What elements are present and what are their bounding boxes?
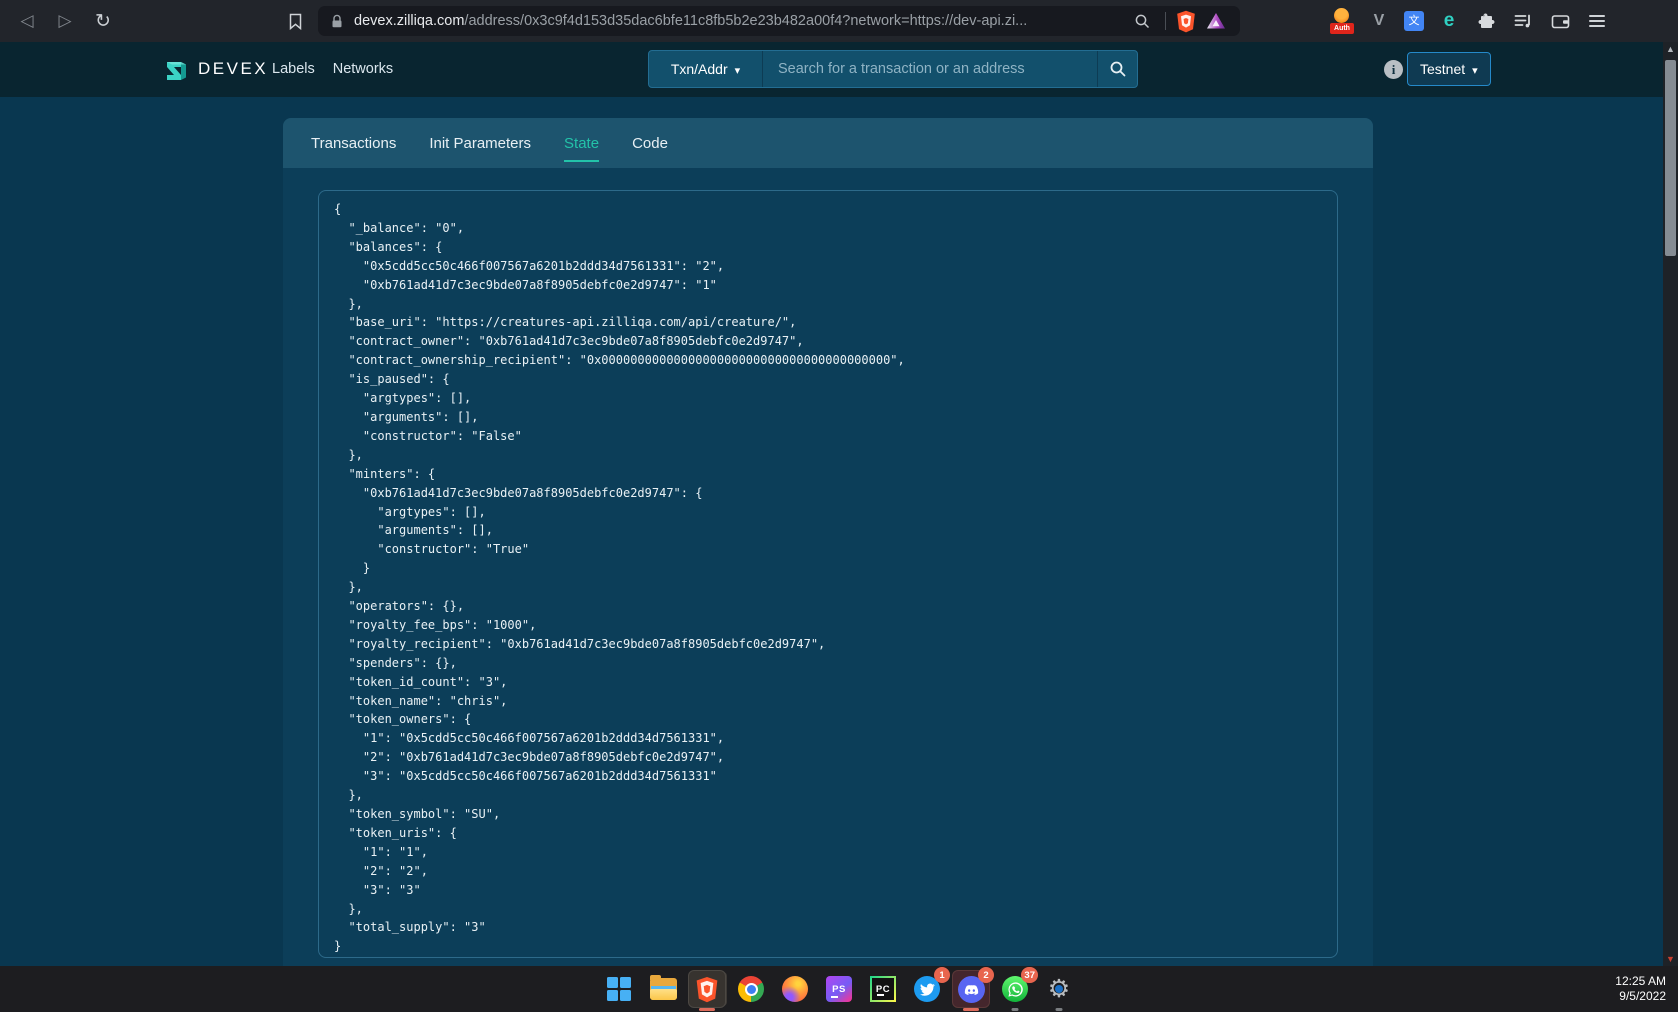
firefox-taskbar-button[interactable] <box>777 971 813 1007</box>
scroll-up-icon[interactable]: ▲ <box>1663 44 1678 54</box>
taskbar-clock[interactable]: 12:25 AM 9/5/2022 <box>1615 966 1666 1012</box>
whatsapp-taskbar-button[interactable]: 37 <box>997 971 1033 1007</box>
info-icon[interactable] <box>1384 60 1403 79</box>
tab-transactions[interactable]: Transactions <box>311 118 396 168</box>
discord-taskbar-button[interactable]: 2 <box>953 971 989 1007</box>
lock-icon[interactable] <box>331 14 343 29</box>
open-indicator <box>1056 1008 1063 1011</box>
auth-badge: Auth <box>1330 23 1354 34</box>
search-type-dropdown[interactable]: Txn/Addr <box>649 51 763 87</box>
notification-badge: 1 <box>934 967 950 983</box>
playlist-icon[interactable] <box>1511 8 1535 34</box>
header-nav: Labels Networks <box>272 61 393 77</box>
chevron-down-icon <box>1472 61 1478 77</box>
back-icon[interactable] <box>12 0 42 42</box>
search-button[interactable] <box>1097 51 1137 87</box>
folder-icon <box>650 978 677 1000</box>
chevron-down-icon <box>735 61 741 77</box>
page-scrollbar[interactable]: ▲ ▼ <box>1663 42 1678 966</box>
page-body: Transactions Init Parameters State Code … <box>0 97 1678 966</box>
bat-rewards-icon[interactable] <box>1206 12 1226 30</box>
tab-strip: Transactions Init Parameters State Code <box>283 118 1373 168</box>
notification-badge: 37 <box>1021 967 1038 983</box>
address-card: Transactions Init Parameters State Code … <box>283 118 1373 966</box>
search-type-label: Txn/Addr <box>671 61 728 77</box>
url-path: /address/0x3c9f4d153d35dac6bfe11c8fb5b2e… <box>464 13 1027 29</box>
zilliqa-logo-icon[interactable] <box>164 56 190 89</box>
vue-devtools-extension-icon[interactable] <box>1367 8 1391 34</box>
pycharm-label: PC <box>876 984 890 995</box>
state-json: { "_balance": "0", "balances": { "0x5cdd… <box>319 191 1337 958</box>
teal-e-extension-icon[interactable] <box>1437 8 1461 34</box>
chrome-icon <box>738 976 764 1002</box>
brand-title[interactable]: DEVEX <box>198 59 268 79</box>
translate-extension-icon[interactable] <box>1404 11 1424 31</box>
brave-icon <box>695 976 719 1003</box>
phpstorm-label: PS <box>832 984 846 995</box>
search-input[interactable] <box>763 51 1097 87</box>
tab-state[interactable]: State <box>564 118 599 168</box>
clock-date: 9/5/2022 <box>1615 989 1666 1004</box>
notification-badge: 2 <box>978 967 994 983</box>
pycharm-taskbar-button[interactable]: PC <box>865 971 901 1007</box>
forward-icon[interactable] <box>50 0 80 42</box>
zoom-icon[interactable] <box>1134 13 1151 30</box>
nav-labels[interactable]: Labels <box>272 61 315 77</box>
active-indicator <box>699 1008 715 1011</box>
file-explorer-button[interactable] <box>645 971 681 1007</box>
tab-init-parameters[interactable]: Init Parameters <box>429 118 531 168</box>
phpstorm-taskbar-button[interactable]: PS <box>821 971 857 1007</box>
authenticator-extension-icon[interactable]: Auth <box>1330 8 1354 34</box>
chrome-taskbar-button[interactable] <box>733 971 769 1007</box>
start-button[interactable] <box>601 971 637 1007</box>
network-selector-button[interactable]: Testnet <box>1407 52 1491 86</box>
network-name: Testnet <box>1420 61 1465 77</box>
wallet-icon[interactable] <box>1548 8 1572 34</box>
devex-header: DEVEX Labels Networks Txn/Addr Testnet <box>0 42 1678 97</box>
bookmark-icon[interactable] <box>280 0 310 42</box>
firefox-icon <box>782 976 808 1002</box>
windows-taskbar: PS PC 1 2 37 12:25 AM 9/5/2022 <box>0 966 1678 1012</box>
page-viewport: DEVEX Labels Networks Txn/Addr Testnet T… <box>0 42 1678 966</box>
browser-toolbar: devex.zilliqa.com/address/0x3c9f4d153d35… <box>0 0 1678 42</box>
extension-row: Auth <box>1330 0 1609 42</box>
address-bar[interactable]: devex.zilliqa.com/address/0x3c9f4d153d35… <box>318 6 1240 36</box>
url-domain: devex.zilliqa.com <box>354 13 464 29</box>
url-text: devex.zilliqa.com/address/0x3c9f4d153d35… <box>354 13 1027 29</box>
scroll-down-icon[interactable]: ▼ <box>1663 954 1678 964</box>
open-indicator <box>1012 1008 1019 1011</box>
gear-icon <box>1045 975 1073 1003</box>
reload-icon[interactable] <box>88 0 118 42</box>
tab-code[interactable]: Code <box>632 118 668 168</box>
settings-taskbar-button[interactable] <box>1041 971 1077 1007</box>
pycharm-icon: PC <box>870 976 896 1002</box>
clock-time: 12:25 AM <box>1615 974 1666 989</box>
brave-shield-icon[interactable] <box>1176 10 1196 33</box>
scrollbar-thumb[interactable] <box>1665 60 1676 256</box>
phpstorm-icon: PS <box>826 976 852 1002</box>
search-bar: Txn/Addr <box>648 50 1138 88</box>
puzzle-extensions-icon[interactable] <box>1474 8 1498 34</box>
twitter-taskbar-button[interactable]: 1 <box>909 971 945 1007</box>
nav-networks[interactable]: Networks <box>333 61 393 77</box>
windows-logo-icon <box>607 977 631 1001</box>
divider <box>1165 12 1166 30</box>
state-json-panel: { "_balance": "0", "balances": { "0x5cdd… <box>318 190 1338 958</box>
browser-menu-icon[interactable] <box>1585 8 1609 34</box>
active-indicator <box>963 1008 979 1011</box>
brave-taskbar-button[interactable] <box>689 971 725 1007</box>
